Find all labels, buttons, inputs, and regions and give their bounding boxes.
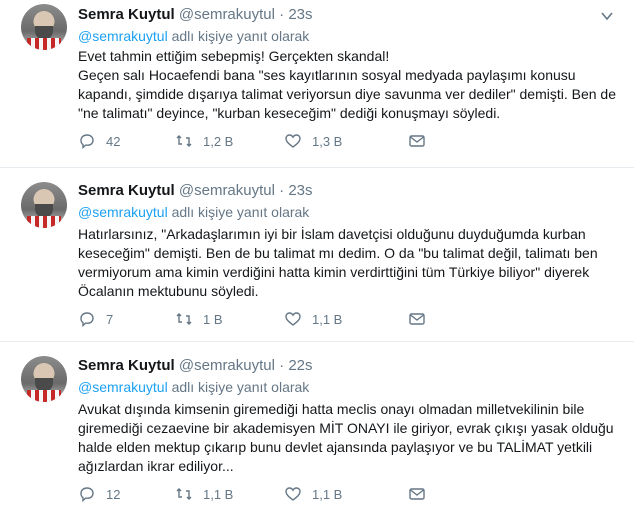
mention-link[interactable]: @semrakuytul	[78, 379, 168, 395]
tweet[interactable]: Semra Kuytul @semrakuytul · 23s @semraku…	[0, 168, 634, 342]
separator-dot: ·	[279, 182, 285, 199]
retweet-button[interactable]: 1 B	[175, 309, 223, 329]
reply-icon	[80, 134, 94, 150]
mention-link[interactable]: @semrakuytul	[78, 28, 168, 44]
tweet-actions: 7 1 B 1,1 B	[78, 309, 498, 329]
reply-context: @semrakuytul adlı kişiye yanıt olarak	[78, 378, 309, 396]
timestamp[interactable]: 23s	[288, 182, 312, 199]
retweet-icon	[176, 135, 192, 147]
reply-count: 12	[106, 486, 121, 502]
avatar[interactable]	[21, 182, 67, 228]
author-name[interactable]: Semra Kuytul	[78, 357, 175, 374]
reply-context-suffix: adlı kişiye yanıt olarak	[167, 379, 310, 395]
avatar-shirt	[27, 38, 61, 50]
reply-count: 42	[106, 133, 121, 149]
timestamp[interactable]: 23s	[288, 6, 312, 23]
retweet-count: 1 B	[203, 311, 223, 327]
author-handle[interactable]: @semrakuytul	[179, 6, 275, 23]
tweet-header: Semra Kuytul @semrakuytul · 23s	[78, 182, 313, 200]
reply-button[interactable]: 42	[78, 131, 120, 151]
separator-dot: ·	[279, 6, 285, 23]
like-count: 1,1 B	[312, 311, 343, 327]
reply-context-suffix: adlı kişiye yanıt olarak	[167, 204, 310, 220]
retweet-count: 1,2 B	[203, 133, 234, 149]
author-name[interactable]: Semra Kuytul	[78, 6, 175, 23]
like-count: 1,1 B	[312, 486, 343, 502]
tweet[interactable]: Semra Kuytul @semrakuytul · 23s @semraku…	[0, 0, 634, 168]
author-handle[interactable]: @semrakuytul	[179, 357, 275, 374]
heart-icon	[285, 487, 301, 501]
like-button[interactable]: 1,1 B	[284, 484, 342, 504]
author-handle[interactable]: @semrakuytul	[179, 182, 275, 199]
retweet-button[interactable]: 1,2 B	[175, 131, 233, 151]
tweet-text: Avukat dışında kimsenin giremediği hatta…	[78, 401, 614, 474]
tweet-actions: 42 1,2 B 1,3 B	[78, 131, 498, 151]
reply-button[interactable]: 12	[78, 484, 120, 504]
tweet-header: Semra Kuytul @semrakuytul · 23s	[78, 6, 313, 24]
mention-link[interactable]: @semrakuytul	[78, 204, 168, 220]
tweet-header: Semra Kuytul @semrakuytul · 22s	[78, 357, 313, 375]
timestamp[interactable]: 22s	[288, 357, 312, 374]
envelope-icon	[409, 135, 425, 147]
reply-count: 7	[106, 311, 114, 327]
retweet-button[interactable]: 1,1 B	[175, 484, 233, 504]
like-button[interactable]: 1,3 B	[284, 131, 342, 151]
like-button[interactable]: 1,1 B	[284, 309, 342, 329]
avatar[interactable]	[21, 4, 67, 50]
message-button[interactable]	[408, 309, 436, 329]
avatar-shirt	[27, 390, 61, 402]
like-count: 1,3 B	[312, 133, 343, 149]
reply-context: @semrakuytul adlı kişiye yanıt olarak	[78, 203, 309, 221]
chevron-down-icon[interactable]	[600, 9, 614, 23]
tweet-text: Evet tahmin ettiğim sebepmiş! Gerçekten …	[78, 48, 617, 121]
message-button[interactable]	[408, 131, 436, 151]
heart-icon	[285, 312, 301, 326]
reply-button[interactable]: 7	[78, 309, 113, 329]
envelope-icon	[409, 488, 425, 500]
tweet[interactable]: Semra Kuytul @semrakuytul · 22s @semraku…	[0, 342, 634, 508]
tweet-text: Hatırlarsınız, "Arkadaşlarımın iyi bir İ…	[78, 226, 598, 299]
retweet-count: 1,1 B	[203, 486, 234, 502]
envelope-icon	[409, 313, 425, 325]
reply-icon	[80, 312, 94, 328]
separator-dot: ·	[279, 357, 285, 374]
retweet-icon	[176, 488, 192, 500]
message-button[interactable]	[408, 484, 436, 504]
avatar-shirt	[27, 216, 61, 228]
author-name[interactable]: Semra Kuytul	[78, 182, 175, 199]
heart-icon	[285, 134, 301, 148]
reply-icon	[80, 487, 94, 503]
reply-context-suffix: adlı kişiye yanıt olarak	[167, 28, 310, 44]
avatar[interactable]	[21, 356, 67, 402]
reply-context: @semrakuytul adlı kişiye yanıt olarak	[78, 27, 309, 45]
retweet-icon	[176, 313, 192, 325]
tweet-actions: 12 1,1 B 1,1 B	[78, 484, 498, 504]
